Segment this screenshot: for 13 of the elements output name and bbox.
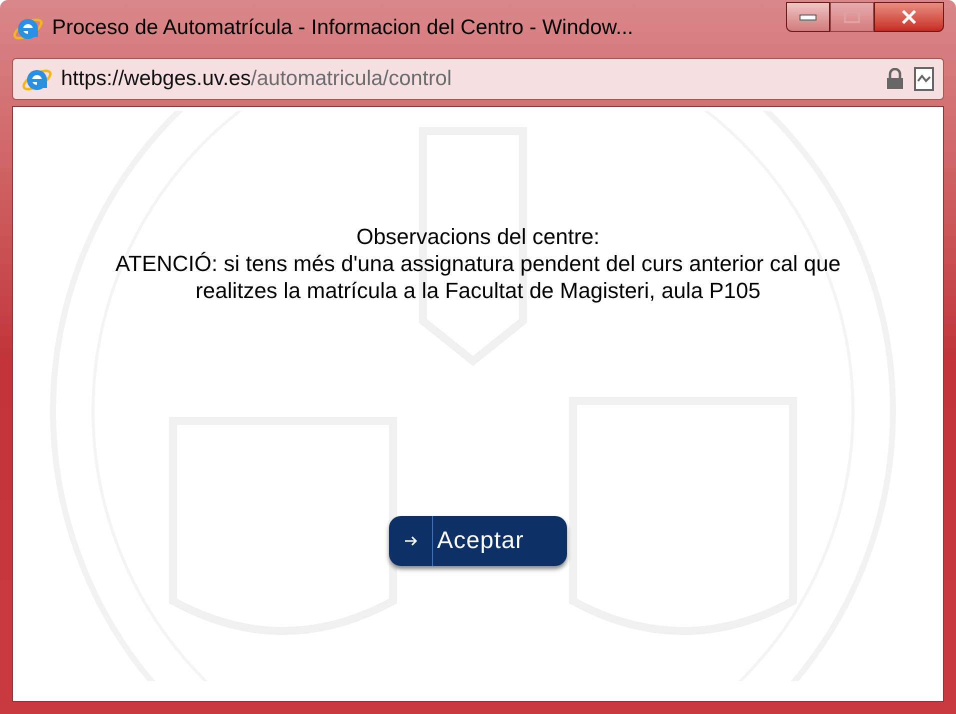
- url-text: https://webges.uv.es/automatricula/control: [61, 66, 453, 92]
- address-bar[interactable]: https://webges.uv.es/automatricula/control: [12, 58, 944, 100]
- close-icon: [901, 10, 917, 24]
- window-title: Proceso de Automatrícula - Informacion del Centro - Window...: [52, 15, 634, 42]
- arrow-icon: [404, 535, 418, 547]
- observations-heading: Observacions del centre:: [355, 223, 601, 250]
- minimize-icon: [799, 13, 817, 21]
- close-button[interactable]: [874, 2, 944, 32]
- accept-button[interactable]: Aceptar: [389, 516, 567, 566]
- minimize-button[interactable]: [786, 2, 830, 32]
- observations-message: ATENCIÓ: si tens més d'una assignatura pendent del curs anterior cal que realitzes la matrícula a la Facultat de Magisteri, aula P105: [114, 250, 842, 304]
- page-icon: [913, 67, 935, 91]
- maximize-icon: [844, 11, 860, 23]
